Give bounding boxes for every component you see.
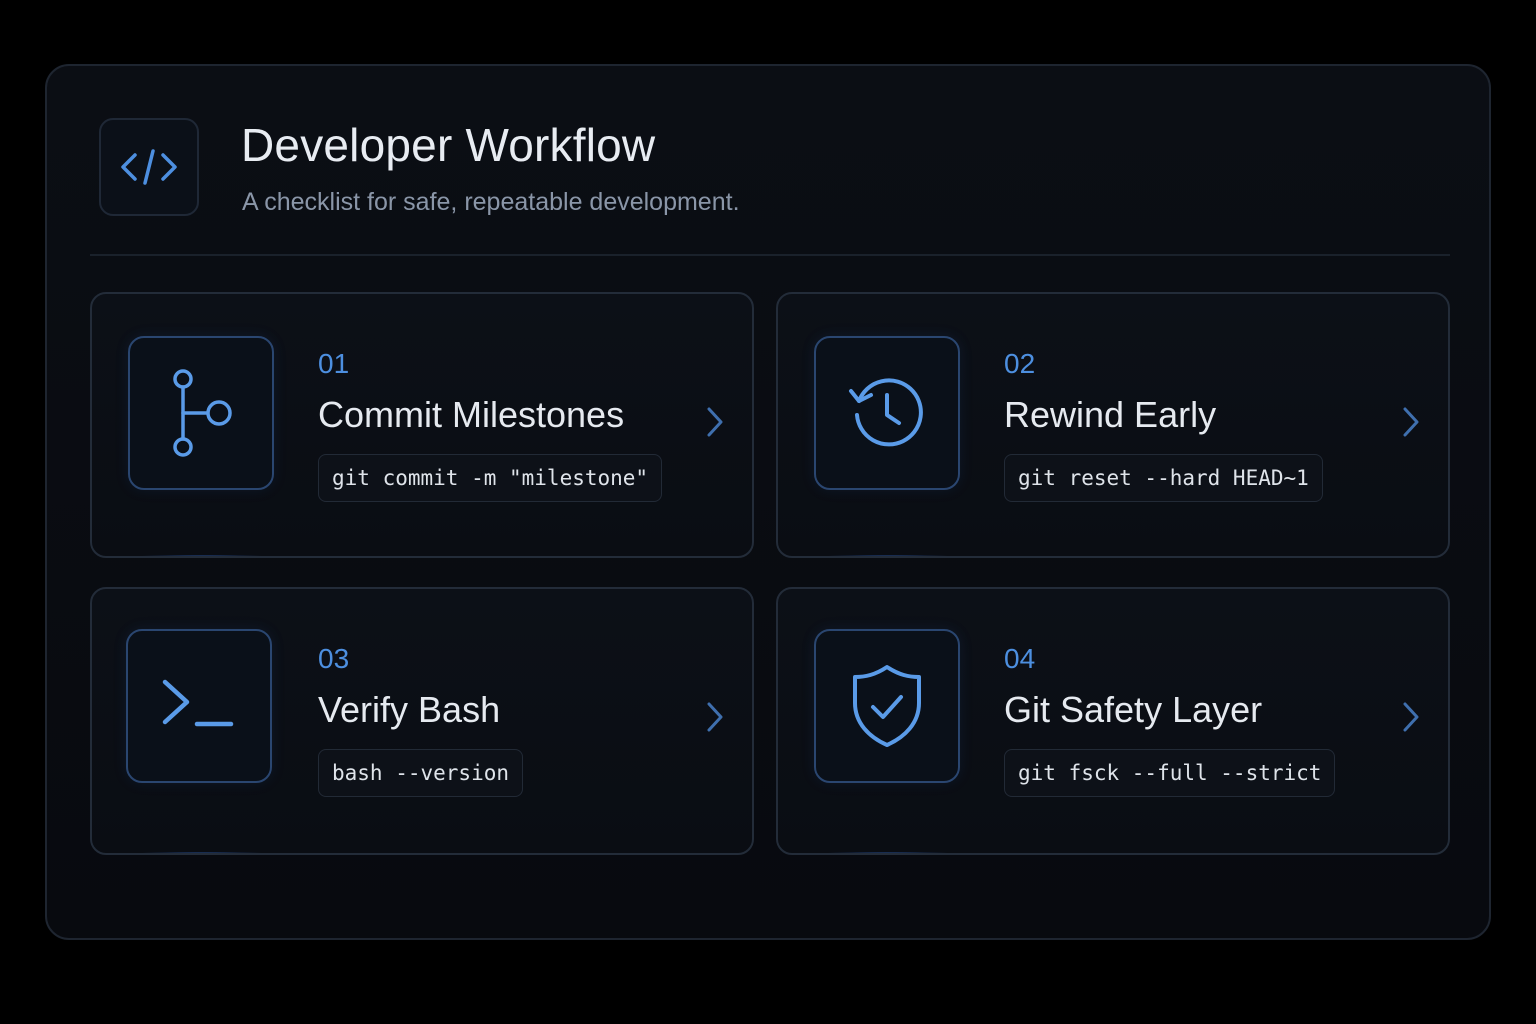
chevron-right-icon[interactable] (700, 402, 730, 442)
command-snippet[interactable]: git fsck --full --strict (1004, 749, 1336, 797)
chevron-right-icon[interactable] (1396, 697, 1426, 737)
card-glow (132, 555, 272, 556)
workflow-card-rewind-early[interactable]: 02 Rewind Early git reset --hard HEAD~1 (776, 292, 1450, 558)
card-number: 01 (318, 348, 350, 379)
card-icon-tile (128, 336, 274, 490)
page-subtitle: A checklist for safe, repeatable develop… (242, 188, 740, 216)
logo-tile (99, 118, 199, 216)
workflow-card-git-safety-layer[interactable]: 04 Git Safety Layer git fsck --full --st… (776, 587, 1450, 855)
card-title: Commit Milestones (318, 394, 625, 435)
card-number: 02 (1004, 348, 1036, 379)
chevron-right-icon[interactable] (1396, 402, 1426, 442)
card-number: 03 (318, 643, 350, 674)
command-snippet[interactable]: git reset --hard HEAD~1 (1004, 454, 1323, 502)
card-title: Verify Bash (318, 689, 501, 730)
page-title: Developer Workflow (241, 119, 656, 171)
card-icon-tile (126, 629, 272, 783)
card-glow (818, 555, 958, 556)
card-icon-tile (814, 336, 960, 490)
workflow-card-commit-milestones[interactable]: 01 Commit Milestones git commit -m "mile… (90, 292, 754, 558)
card-glow (132, 852, 272, 853)
code-brackets-icon (121, 149, 177, 185)
card-glow (818, 852, 958, 853)
workflow-card-verify-bash[interactable]: 03 Verify Bash bash --version (90, 587, 754, 855)
card-icon-tile (814, 629, 960, 783)
command-snippet[interactable]: git commit -m "milestone" (318, 454, 663, 502)
card-title: Git Safety Layer (1004, 689, 1263, 730)
command-snippet[interactable]: bash --version (318, 749, 524, 797)
terminal-prompt-icon (162, 679, 234, 727)
history-rewind-icon (849, 378, 923, 447)
card-number: 04 (1004, 643, 1036, 674)
card-title: Rewind Early (1004, 394, 1217, 435)
workflow-panel: Developer Workflow A checklist for safe,… (45, 64, 1491, 940)
shield-check-icon (853, 665, 921, 747)
git-commit-branch-icon (173, 369, 232, 457)
header-divider (90, 254, 1450, 256)
chevron-right-icon[interactable] (700, 697, 730, 737)
